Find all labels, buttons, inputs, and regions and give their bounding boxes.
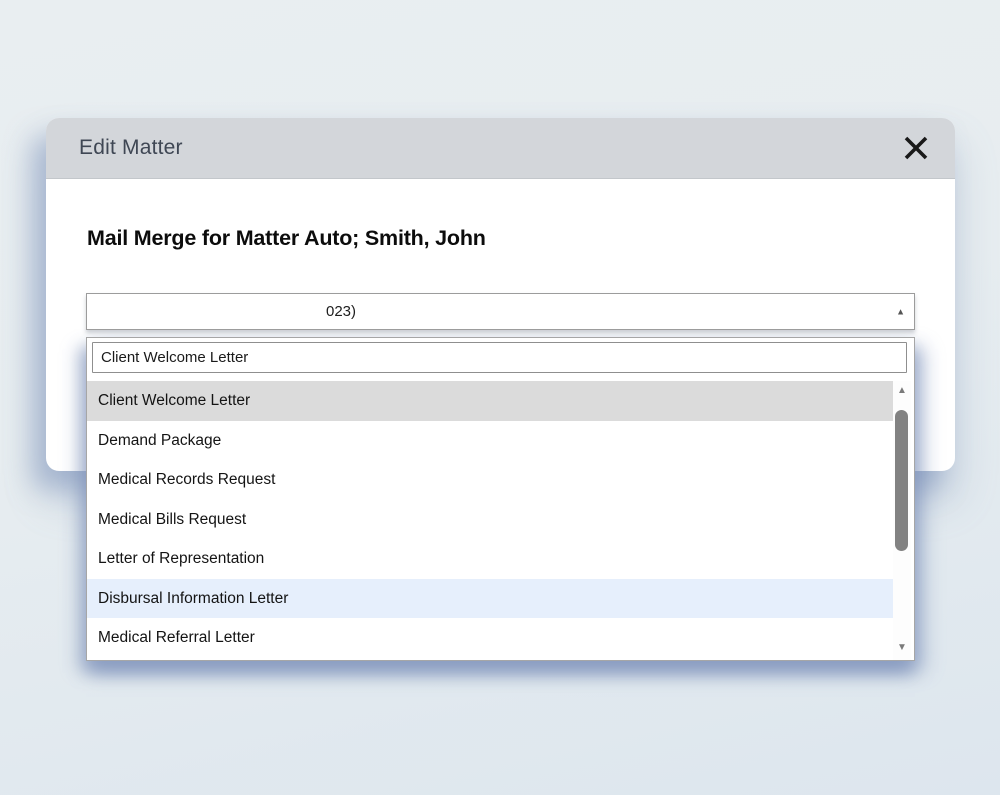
option-medical-bills-request[interactable]: Medical Bills Request bbox=[87, 500, 894, 540]
close-icon bbox=[902, 134, 930, 162]
mail-merge-heading: Mail Merge for Matter Auto; Smith, John bbox=[87, 226, 486, 251]
template-option-list: Client Welcome Letter Demand Package Med… bbox=[87, 381, 894, 658]
template-search-input[interactable] bbox=[92, 342, 907, 373]
modal-header: Edit Matter bbox=[46, 118, 955, 179]
option-medical-records-request[interactable]: Medical Records Request bbox=[87, 460, 894, 500]
scrollbar-thumb[interactable] bbox=[895, 410, 908, 551]
triangle-up-icon: ▲ bbox=[897, 386, 907, 396]
page-background: Edit Matter Mail Merge for Matter Auto; … bbox=[0, 0, 1000, 795]
scroll-up-button[interactable]: ▲ bbox=[893, 381, 911, 401]
list-scrollbar[interactable]: ▲ ▼ bbox=[893, 381, 911, 660]
close-button[interactable] bbox=[899, 131, 933, 165]
option-letter-of-representation[interactable]: Letter of Representation bbox=[87, 539, 894, 579]
option-demand-package[interactable]: Demand Package bbox=[87, 421, 894, 461]
template-dropdown-panel: Client Welcome Letter Demand Package Med… bbox=[86, 337, 915, 661]
option-medical-referral-letter[interactable]: Medical Referral Letter bbox=[87, 618, 894, 658]
scroll-down-button[interactable]: ▼ bbox=[893, 638, 911, 658]
modal-title: Edit Matter bbox=[79, 136, 183, 160]
option-client-welcome-letter[interactable]: Client Welcome Letter bbox=[87, 381, 894, 421]
option-disbursal-information-letter[interactable]: Disbursal Information Letter bbox=[87, 579, 894, 619]
template-combobox[interactable]: 023) ▲ bbox=[86, 293, 915, 330]
triangle-down-icon: ▼ bbox=[897, 643, 907, 653]
combobox-value: 023) bbox=[326, 294, 356, 329]
triangle-up-icon: ▲ bbox=[896, 307, 905, 316]
